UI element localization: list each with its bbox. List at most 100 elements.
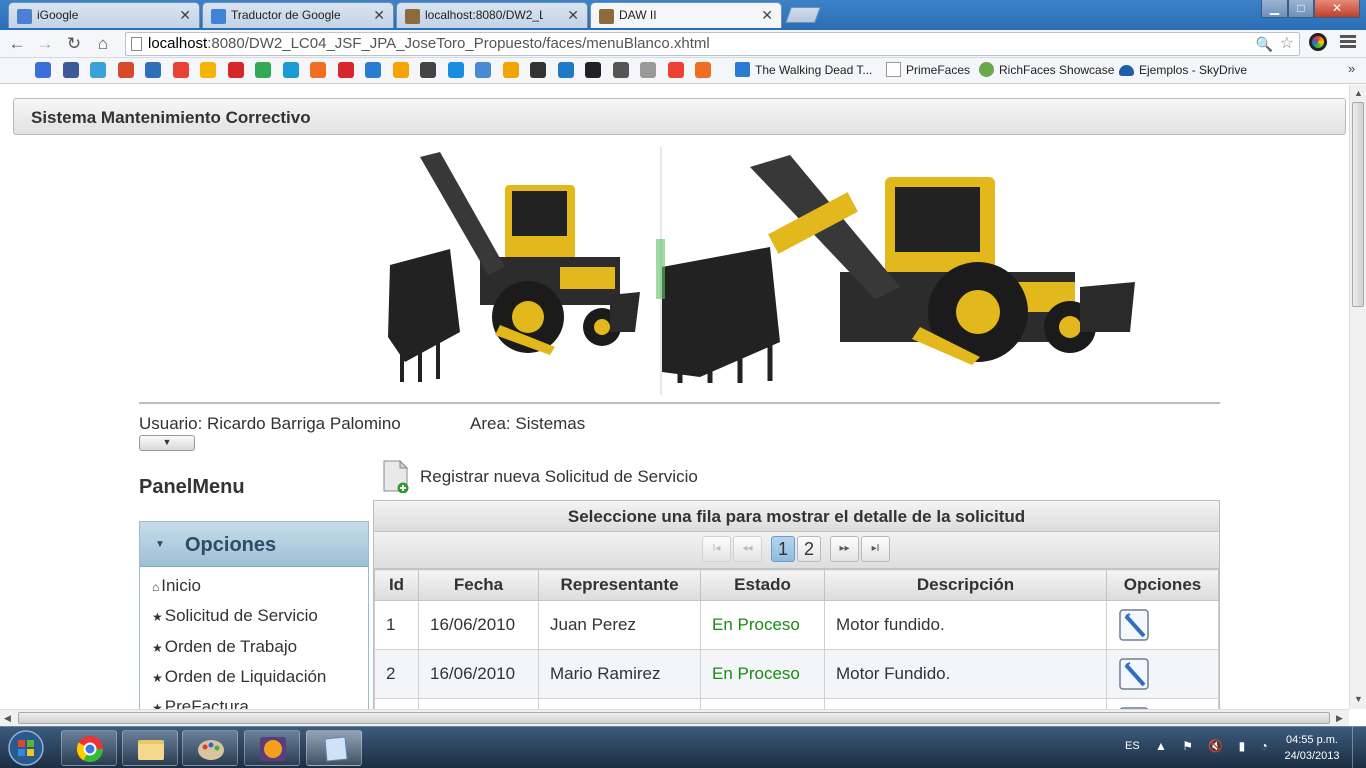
horizontal-scrollbar[interactable]: ◀ ▶: [0, 709, 1349, 726]
taskbar-explorer[interactable]: [122, 730, 178, 766]
bookmark-icon[interactable]: [640, 62, 656, 78]
requests-datatable: Seleccione una fila para mostrar el deta…: [373, 500, 1220, 709]
close-tab-icon[interactable]: ✕: [179, 7, 191, 24]
forward-button[interactable]: →: [34, 33, 56, 55]
column-header-descripcion[interactable]: Descripción: [824, 569, 1107, 601]
bookmark-icon[interactable]: [695, 62, 711, 78]
bookmark-label: RichFaces Showcase: [999, 63, 1115, 77]
bookmark-icon[interactable]: [90, 62, 106, 78]
scroll-up-icon[interactable]: ▲: [1354, 88, 1363, 98]
close-tab-icon[interactable]: ✕: [373, 7, 385, 24]
clock-time[interactable]: 04:55 p.m.: [1282, 734, 1342, 746]
bookmark-icon[interactable]: [530, 62, 546, 78]
bookmark-icon[interactable]: [282, 62, 299, 78]
chrome-menu-button[interactable]: [1340, 33, 1356, 51]
page-2-button[interactable]: 2: [797, 536, 821, 562]
close-window-button[interactable]: ✕: [1314, 0, 1360, 18]
minimize-button[interactable]: ▁: [1261, 0, 1288, 18]
scroll-right-icon[interactable]: ▶: [1336, 713, 1343, 724]
table-row[interactable]: 2 16/06/2010 Mario Ramirez En Proceso Mo…: [374, 649, 1219, 699]
cell-id: 2: [374, 649, 419, 699]
column-header-estado[interactable]: Estado: [700, 569, 825, 601]
close-tab-icon[interactable]: ✕: [761, 7, 773, 24]
bookmark-icon[interactable]: [35, 62, 51, 78]
scroll-left-icon[interactable]: ◀: [4, 713, 11, 724]
start-button[interactable]: [2, 729, 50, 767]
taskbar-paint[interactable]: [182, 730, 238, 766]
language-indicator[interactable]: ES: [1125, 740, 1140, 752]
bookmark-richfaces[interactable]: RichFaces Showcase: [979, 62, 1114, 80]
bookmark-icon[interactable]: [447, 62, 464, 78]
column-header-representante[interactable]: Representante: [538, 569, 701, 601]
bookmark-icon[interactable]: [227, 62, 244, 78]
bookmark-icon[interactable]: [365, 62, 381, 78]
bookmark-icon[interactable]: [255, 62, 271, 78]
tab-traductor[interactable]: Traductor de Google ✕: [202, 2, 394, 28]
menu-item-prefactura[interactable]: ★ PreFactura: [152, 697, 249, 709]
table-row[interactable]: [374, 698, 1219, 709]
home-button[interactable]: ⌂: [92, 33, 114, 55]
zoom-icon[interactable]: 🔍: [1256, 33, 1273, 55]
bookmark-icon[interactable]: [585, 62, 601, 78]
column-header-opciones[interactable]: Opciones: [1106, 569, 1219, 601]
register-request-link[interactable]: Registrar nueva Solicitud de Servicio: [383, 460, 743, 496]
user-menu-button[interactable]: ▼: [139, 435, 195, 451]
bookmark-star-icon[interactable]: ☆: [1280, 33, 1294, 55]
bookmark-icon[interactable]: [667, 62, 684, 78]
cell-opciones: [1106, 698, 1219, 709]
scroll-down-icon[interactable]: ▼: [1354, 694, 1363, 704]
bookmark-icon[interactable]: [62, 62, 79, 78]
bookmark-icon[interactable]: [475, 62, 491, 78]
close-tab-icon[interactable]: ✕: [567, 7, 579, 24]
system-tray-icons[interactable]: ▲ ⚑ 🔇 ▮ ◔: [1155, 739, 1274, 753]
bookmark-icon[interactable]: [420, 62, 436, 78]
vertical-scroll-thumb[interactable]: [1352, 102, 1364, 307]
show-desktop-button[interactable]: [1352, 727, 1366, 768]
panel-menu-header-opciones[interactable]: ▼ Opciones: [140, 522, 368, 567]
bookmark-walking-dead[interactable]: The Walking Dead T...: [735, 62, 872, 80]
column-header-fecha[interactable]: Fecha: [418, 569, 539, 601]
taskbar-notes[interactable]: [306, 730, 362, 766]
menu-item-orden-trabajo[interactable]: ★ Orden de Trabajo: [152, 637, 297, 657]
bookmark-icon[interactable]: [502, 62, 519, 78]
prev-page-button[interactable]: ◂◂: [733, 536, 762, 562]
edit-icon[interactable]: [1118, 608, 1150, 642]
clock-date[interactable]: 24/03/2013: [1282, 750, 1342, 762]
back-button[interactable]: ←: [6, 33, 28, 55]
bookmark-icon[interactable]: [392, 62, 409, 78]
reload-button[interactable]: ↻: [63, 33, 85, 55]
tab-daw-ii[interactable]: DAW II ✕: [590, 2, 782, 28]
page-1-button[interactable]: 1: [771, 536, 795, 562]
column-header-id[interactable]: Id: [374, 569, 419, 601]
bookmark-icon[interactable]: [117, 62, 134, 78]
bookmark-skydrive[interactable]: Ejemplos - SkyDrive: [1119, 62, 1247, 80]
address-bar[interactable]: localhost:8080/DW2_LC04_JSF_JPA_JoseToro…: [125, 32, 1300, 56]
horizontal-scroll-thumb[interactable]: [18, 712, 1330, 724]
bookmark-icon[interactable]: [200, 62, 216, 78]
cell-fecha: 16/06/2010: [418, 600, 539, 650]
last-page-button[interactable]: ▸I: [861, 536, 890, 562]
bookmark-primefaces[interactable]: PrimeFaces: [886, 62, 970, 80]
vertical-scrollbar[interactable]: ▲ ▼: [1349, 85, 1366, 709]
next-page-button[interactable]: ▸▸: [830, 536, 859, 562]
first-page-button[interactable]: I◂: [702, 536, 731, 562]
bookmark-icon[interactable]: [145, 62, 161, 78]
bookmark-icon[interactable]: [172, 62, 189, 78]
new-tab-button[interactable]: [785, 7, 821, 23]
taskbar-chrome[interactable]: [61, 730, 117, 766]
bookmark-icon[interactable]: [612, 62, 629, 78]
table-row[interactable]: 1 16/06/2010 Juan Perez En Proceso Motor…: [374, 600, 1219, 650]
edit-icon[interactable]: [1118, 657, 1150, 691]
tab-localhost[interactable]: localhost:8080/DW2_LC04 ✕: [396, 2, 588, 28]
menu-item-orden-liquidacion[interactable]: ★ Orden de Liquidación: [152, 667, 326, 687]
extension-icon[interactable]: [1309, 33, 1327, 51]
tab-igoogle[interactable]: iGoogle ✕: [8, 2, 200, 28]
bookmark-icon[interactable]: [557, 62, 574, 78]
bookmark-icon[interactable]: [337, 62, 354, 78]
taskbar-java-ide[interactable]: [244, 730, 300, 766]
more-bookmarks-button[interactable]: »: [1348, 61, 1355, 76]
bookmark-icon[interactable]: [310, 62, 326, 78]
menu-item-solicitud-servicio[interactable]: ★ Solicitud de Servicio: [152, 606, 318, 626]
maximize-button[interactable]: □: [1288, 0, 1314, 18]
menu-item-inicio[interactable]: ⌂ Inicio: [152, 576, 201, 596]
